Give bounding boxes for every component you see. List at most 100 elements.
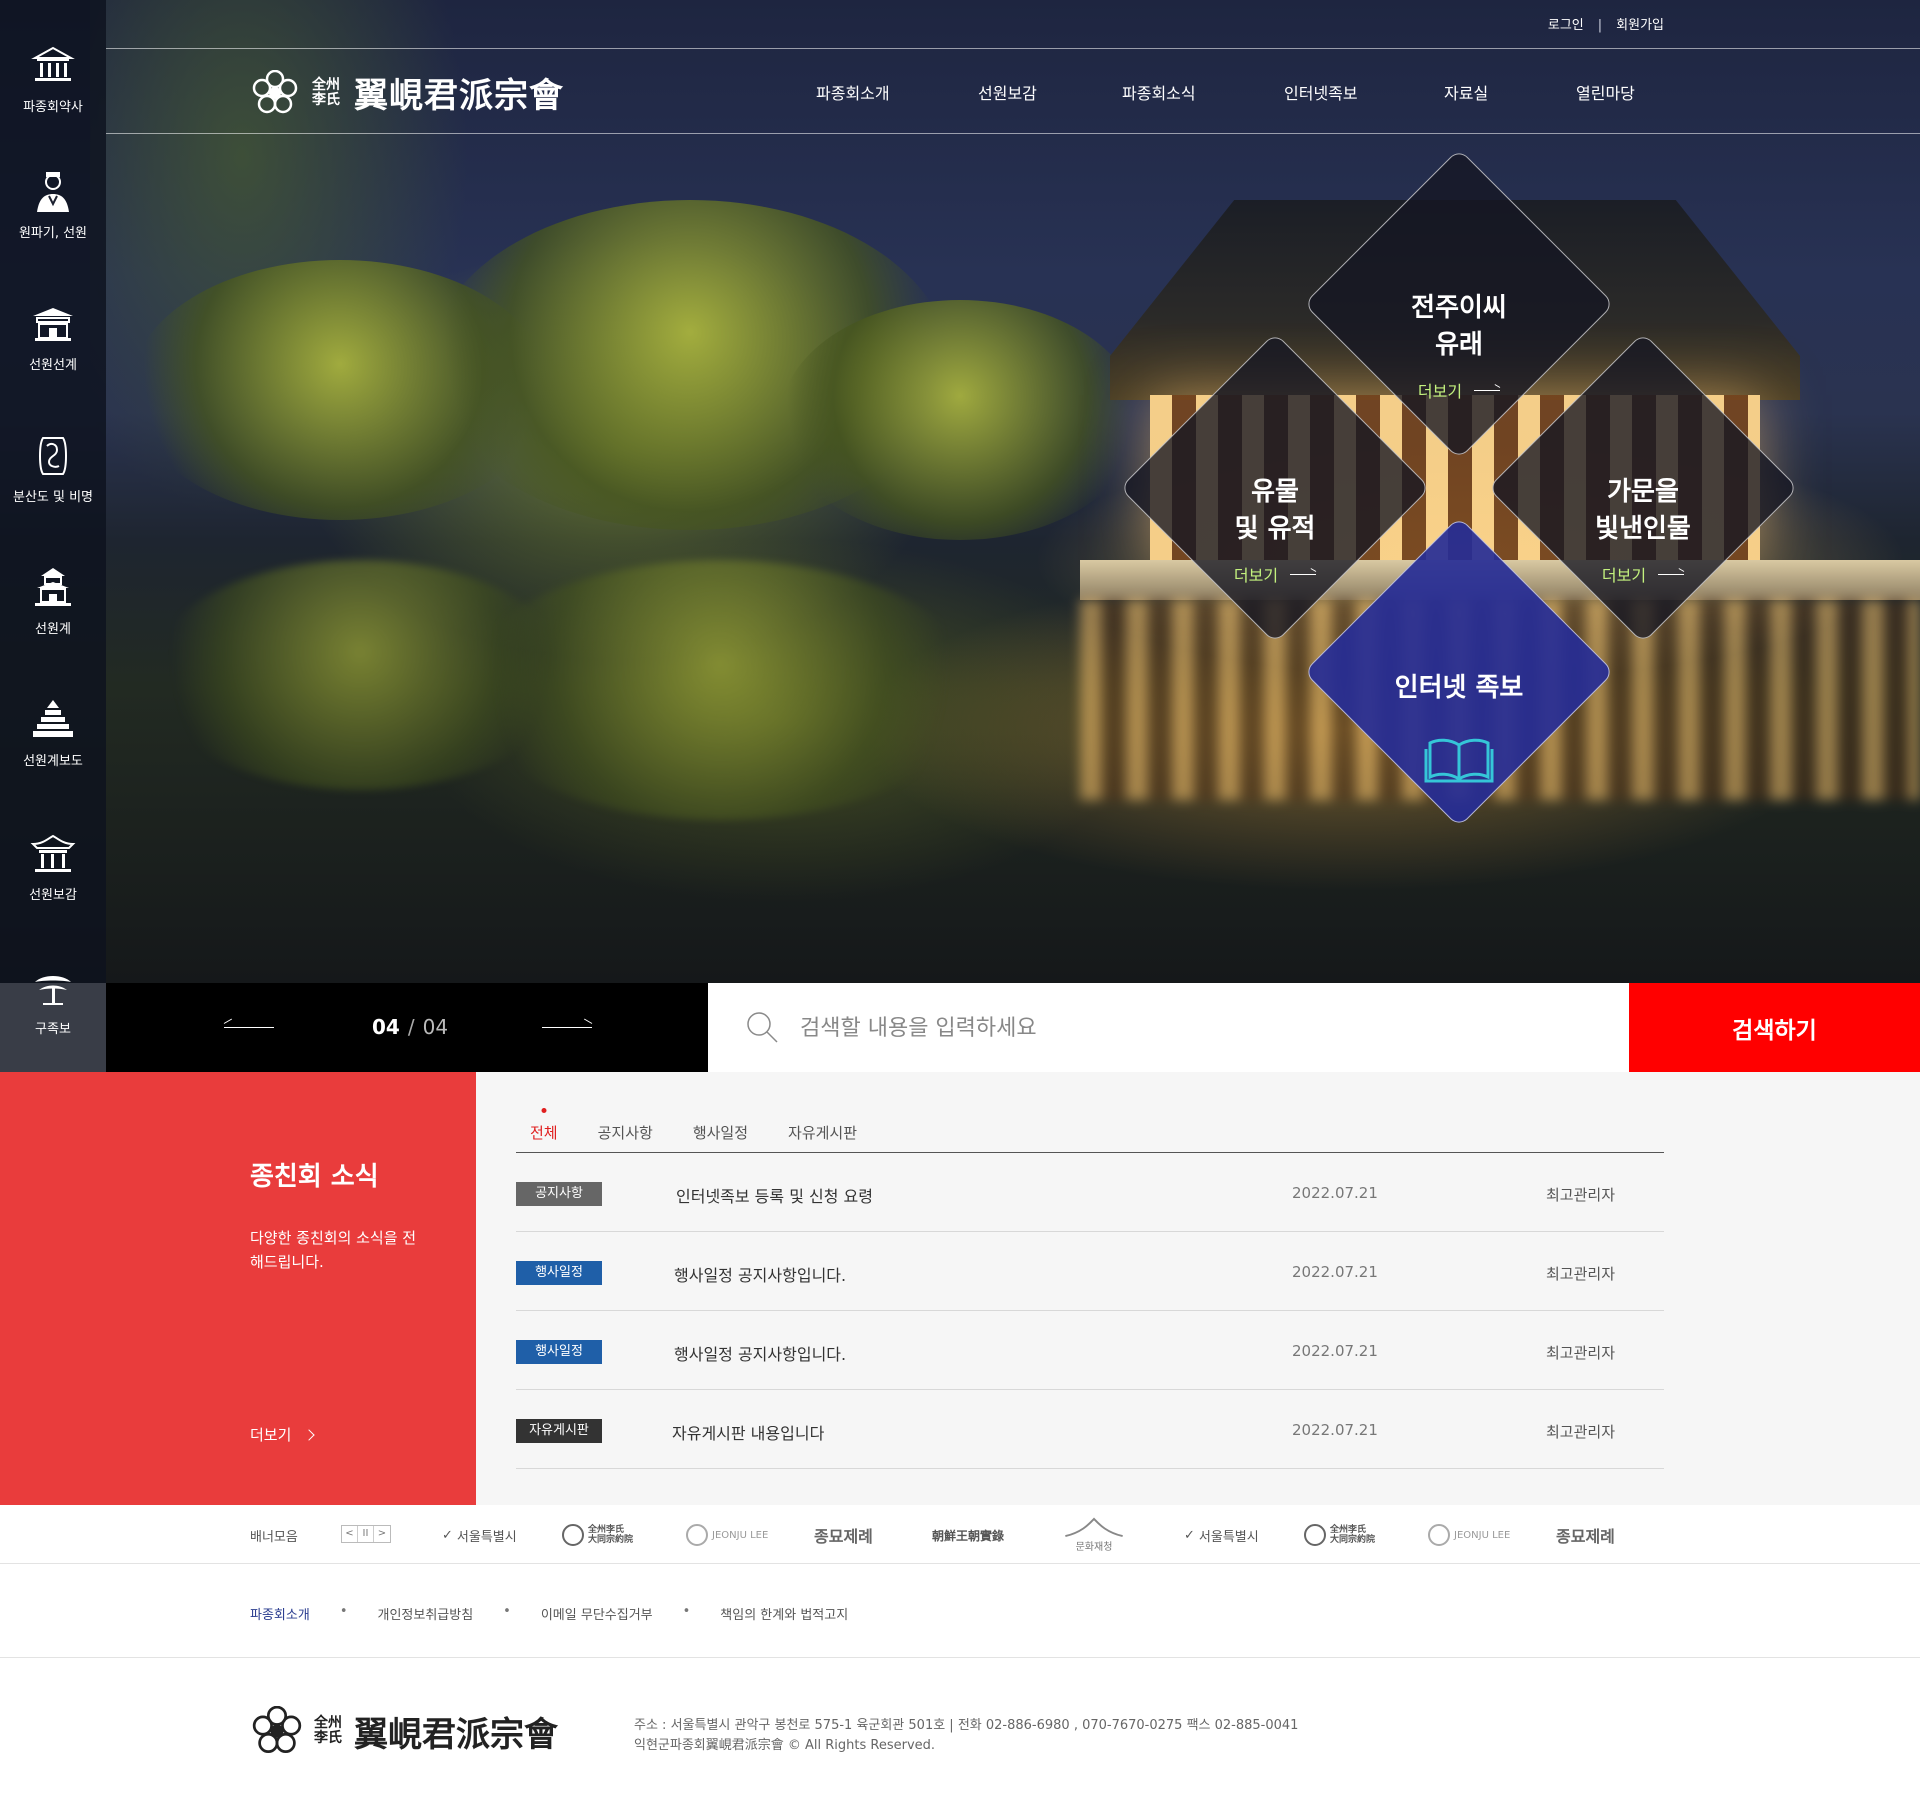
news-list: 공지사항 인터넷족보 등록 및 신청 요령 2022.07.21 최고관리자 행… [516,1152,1664,1469]
diamond-relics-content[interactable]: 유물 및 유적 더보기 [1155,474,1395,586]
top-link-separator: | [1597,18,1603,33]
banner-jeonju-lee-royal[interactable]: JEONJU LEE [686,1517,768,1553]
gate-icon [33,308,73,341]
tab-events[interactable]: 행사일정 [693,1122,748,1143]
news-intro-panel: 종친회 소식 다양한 종친회의 소식을 전해드립니다. 더보기 [0,1072,476,1505]
quick-sidebar: 파종회약사 원파기, 선원 선원선계 분산도 및 비명 선원계 선원계보도 선원… [0,0,106,1072]
news-author: 최고관리자 [1546,1186,1616,1204]
plum-blossom-emblem-icon [252,1706,302,1754]
tree-reflection-image [460,560,980,820]
login-link[interactable]: 로그인 [1548,18,1584,33]
plum-blossom-emblem-icon [1304,1524,1326,1546]
news-author: 최고관리자 [1546,1344,1616,1362]
person-icon [37,172,69,212]
diamond-figures-content[interactable]: 가문을 빛낸인물 더보기 [1523,474,1763,586]
news-author: 최고관리자 [1546,1265,1616,1283]
footer-link-email-refusal[interactable]: 이메일 무단수집거부 [541,1604,653,1623]
nav-item-bogam[interactable]: 선원보감 [978,80,1122,104]
news-row[interactable]: 행사일정 행사일정 공지사항입니다. 2022.07.21 최고관리자 [516,1311,1664,1390]
footer-link-about[interactable]: 파종회소개 [250,1604,310,1623]
diamond-more-link[interactable]: 더보기 [1418,378,1501,402]
nav-item-archive[interactable]: 자료실 [1444,80,1576,104]
footer-link-privacy[interactable]: 개인정보취급방침 [377,1604,473,1623]
banner-next-button[interactable]: > [374,1526,390,1542]
sidebar-item-label: 파종회약사 [23,100,83,115]
sidebar-item-label: 선원보감 [29,888,77,903]
news-section-description: 다양한 종친회의 소식을 전해드립니다. [250,1229,417,1271]
sidebar-item-lineage[interactable]: 선원선계 [0,300,106,420]
news-row[interactable]: 자유게시판 자유게시판 내용입니다 2022.07.21 최고관리자 [516,1390,1664,1469]
tab-free-board[interactable]: 자유게시판 [788,1122,857,1143]
news-row[interactable]: 공지사항 인터넷족보 등록 및 신청 요령 2022.07.21 최고관리자 [516,1153,1664,1232]
sidebar-item-history[interactable]: 파종회약사 [0,42,106,162]
banner-jeonju-lee-association[interactable]: 全州李氏 大同宗約院 [1304,1517,1376,1553]
pagoda-icon [35,568,71,606]
news-title[interactable]: 행사일정 공지사항입니다. [674,1341,846,1365]
banner-jeonju-lee-royal[interactable]: JEONJU LEE [1428,1517,1510,1553]
footer-copyright: 익현군파종회翼峴君派宗會 © All Rights Reserved. [634,1738,936,1753]
chevron-right-icon [303,1428,316,1441]
nav-item-news[interactable]: 파종회소식 [1122,80,1284,104]
sidebar-item-label: 선원선계 [29,358,77,373]
category-badge: 공지사항 [516,1182,602,1206]
pine-tree-icon [35,976,71,1005]
banner-pause-button[interactable]: II [358,1526,374,1542]
news-section-title: 종친회 소식 [250,1162,379,1192]
banner-strip: 배너모음 < II > ✓ 서울특별시 全州李氏 大同宗約院 JEONJU LEE… [0,1505,1920,1564]
category-badge: 자유게시판 [516,1419,602,1443]
slide-current: 04 [372,1015,400,1039]
diamond-internet-genealogy-content[interactable]: 인터넷 족보 [1339,670,1579,789]
signup-link[interactable]: 회원가입 [1616,18,1664,33]
search-icon [747,1012,778,1043]
arrow-right-icon [1474,389,1501,391]
sidebar-item-label: 분산도 및 비명 [12,490,94,505]
banner-prev-button[interactable]: < [342,1526,358,1542]
tab-all[interactable]: 전체 [530,1122,558,1143]
sidebar-item-origin[interactable]: 원파기, 선원 [0,168,106,288]
news-more-link[interactable]: 더보기 [250,1424,316,1445]
diamond-title: 유물 및 유적 [1234,477,1316,544]
diamond-more-link[interactable]: 더보기 [1602,562,1685,586]
sidebar-item-label: 선원계 [35,622,71,637]
news-title[interactable]: 자유게시판 내용입니다 [672,1420,824,1444]
footer-link-bullet: • [339,1604,348,1619]
footer-link-bullet: • [503,1604,511,1619]
chart-tower-icon [33,700,73,737]
diamond-origin-content[interactable]: 전주이씨 유래 더보기 [1339,290,1579,402]
nav-item-about[interactable]: 파종회소개 [816,80,978,104]
seoul-logo-icon: ✓ [1184,1527,1195,1543]
banner-jongmyo-jerye[interactable]: 종묘제례 [1556,1517,1615,1553]
sidebar-item-bogam[interactable]: 선원보감 [0,830,106,950]
search-button[interactable]: 검색하기 [1629,983,1920,1072]
pavilion-icon [30,834,76,872]
banner-seoul[interactable]: ✓ 서울특별시 [442,1517,517,1553]
banner-joseon-annals[interactable]: 朝鮮王朝實錄 [932,1517,1004,1553]
arrow-right-icon [1658,573,1685,575]
sidebar-item-tombs[interactable]: 분산도 및 비명 [0,432,106,552]
footer-link-bullet: • [682,1604,691,1619]
news-row[interactable]: 행사일정 행사일정 공지사항입니다. 2022.07.21 최고관리자 [516,1232,1664,1311]
banner-jongmyo-jerye[interactable]: 종묘제례 [814,1517,873,1553]
hall-icon [31,46,75,81]
slide-prev-arrow-icon[interactable] [224,1027,274,1028]
search-input[interactable] [800,1005,1580,1051]
banner-jeonju-lee-association[interactable]: 全州李氏 大同宗約院 [562,1517,634,1553]
sidebar-item-old-genealogy[interactable]: 구족보 [0,964,106,1084]
category-badge: 행사일정 [516,1261,602,1285]
diamond-more-link[interactable]: 더보기 [1234,562,1317,586]
sidebar-item-genealogy-map[interactable]: 선원계보도 [0,696,106,816]
news-title[interactable]: 행사일정 공지사항입니다. [674,1262,846,1286]
arrow-right-icon [1290,573,1317,575]
logo-small-text: 全州 李氏 [314,1715,342,1746]
nav-item-open-forum[interactable]: 열린마당 [1576,80,1646,104]
slide-next-arrow-icon[interactable] [542,1027,592,1028]
tab-notice[interactable]: 공지사항 [598,1122,653,1143]
news-board: 전체 공지사항 행사일정 자유게시판 공지사항 인터넷족보 등록 및 신청 요령… [476,1072,1920,1505]
site-logo[interactable]: 全州 李氏 翼峴君派宗會 [252,68,564,117]
banner-seoul[interactable]: ✓ 서울특별시 [1184,1517,1259,1553]
sidebar-item-seonwongye[interactable]: 선원계 [0,564,106,684]
news-title[interactable]: 인터넷족보 등록 및 신청 요령 [676,1183,873,1207]
banner-cultural-heritage[interactable]: 문화재청 [1062,1517,1126,1553]
footer-link-legal[interactable]: 책임의 한계와 법적고지 [720,1604,848,1623]
nav-item-internet-genealogy[interactable]: 인터넷족보 [1284,80,1444,104]
